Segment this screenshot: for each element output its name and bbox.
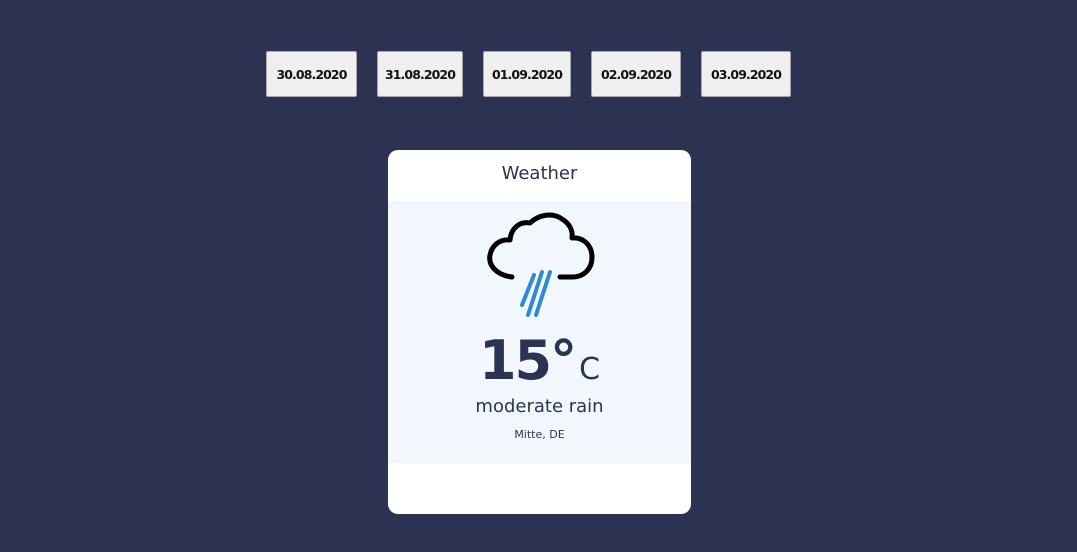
card-title: Weather bbox=[501, 163, 578, 184]
weather-description: moderate rain bbox=[475, 396, 604, 417]
date-button-31-08-2020[interactable]: 31.08.2020 bbox=[377, 51, 463, 97]
date-button-02-09-2020[interactable]: 02.09.2020 bbox=[591, 51, 681, 97]
temperature-unit: C bbox=[579, 352, 601, 387]
temperature-display: 15° C bbox=[388, 329, 691, 392]
temperature-value: 15° bbox=[478, 329, 577, 392]
cloud-rain-icon bbox=[487, 212, 595, 317]
weather-card: Weather 15° C moderate rain Mitte, DE bbox=[388, 150, 691, 514]
location-label: Mitte, DE bbox=[514, 428, 565, 441]
date-button-30-08-2020[interactable]: 30.08.2020 bbox=[266, 51, 357, 97]
weather-details: 15° C moderate rain Mitte, DE bbox=[388, 201, 691, 463]
date-button-01-09-2020[interactable]: 01.09.2020 bbox=[483, 51, 571, 97]
date-button-03-09-2020[interactable]: 03.09.2020 bbox=[701, 51, 791, 97]
